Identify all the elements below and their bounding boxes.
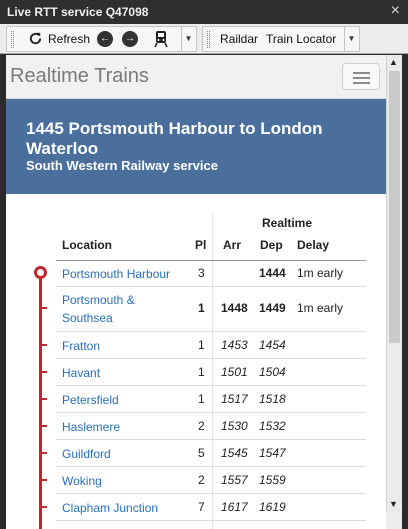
location-link[interactable]: Woking	[62, 472, 102, 490]
departure-cell: 1504	[259, 365, 286, 379]
train-icon[interactable]	[154, 30, 168, 48]
stop-tick	[42, 371, 47, 373]
links-dropdown-icon[interactable]: ▼	[344, 27, 358, 51]
departure-cell: 1454	[259, 338, 286, 352]
stop-tick	[42, 425, 47, 427]
arrival-cell: 1557	[221, 473, 248, 487]
scrollbar-thumb[interactable]	[389, 71, 400, 343]
location-link[interactable]: Guildford	[62, 445, 111, 463]
table-row: Woking 2 1557 1559	[56, 467, 366, 494]
arrival-cell: 1617	[221, 500, 248, 514]
delay-cell: 1m early	[297, 301, 344, 315]
toolbar-grip[interactable]	[11, 31, 14, 48]
origin-station-marker	[34, 266, 47, 279]
refresh-button[interactable]: Refresh	[48, 31, 90, 48]
site-brand[interactable]: Realtime Trains	[10, 65, 149, 88]
location-column-header: Location	[62, 238, 112, 252]
train-locator-link[interactable]: Train Locator	[266, 31, 336, 48]
toolbar: Refresh ← → ▼ Raildar Train Locator ▼	[0, 24, 408, 54]
platform-cell: 1	[198, 338, 205, 352]
table-row: Guildford 5 1545 1547	[56, 440, 366, 467]
location-link[interactable]: Havant	[62, 364, 100, 382]
hamburger-menu-icon[interactable]	[342, 63, 380, 90]
scroll-down-icon[interactable]: ▼	[389, 499, 398, 509]
platform-cell: 1	[198, 301, 205, 315]
arrival-cell: 1501	[221, 365, 248, 379]
delay-cell: 1m early	[297, 266, 344, 280]
close-icon[interactable]: ×	[391, 2, 400, 20]
stop-tick	[42, 344, 47, 346]
platform-cell: 2	[198, 419, 205, 433]
stop-tick	[42, 452, 47, 454]
toolbar-grip[interactable]	[207, 31, 210, 48]
location-link[interactable]: Fratton	[62, 337, 100, 355]
stop-tick	[42, 398, 47, 400]
location-link[interactable]: Haslemere	[62, 418, 120, 436]
table-row: Petersfield 1 1517 1518	[56, 386, 366, 413]
scroll-up-icon[interactable]: ▲	[389, 57, 398, 67]
table-row: Clapham Junction 7 1617 1619	[56, 494, 366, 521]
window-titlebar: Live RTT service Q47098 ×	[0, 0, 408, 24]
delay-column-header: Delay	[297, 238, 330, 252]
route-line	[39, 271, 42, 529]
platform-cell: 3	[198, 266, 205, 280]
departure-cell: 1449	[259, 301, 286, 315]
stop-tick	[42, 479, 47, 481]
train-dropdown-icon[interactable]: ▼	[181, 27, 195, 51]
departure-cell: 1619	[259, 500, 286, 514]
platform-cell: 5	[198, 446, 205, 460]
raildar-link[interactable]: Raildar	[220, 31, 258, 48]
platform-cell: 7	[198, 500, 205, 514]
arrival-cell: 1453	[221, 338, 248, 352]
location-link[interactable]: Portsmouth & Southsea	[62, 291, 157, 327]
site-navbar: Realtime Trains	[6, 55, 386, 99]
location-link[interactable]: Clapham Junction	[62, 499, 158, 517]
refresh-icon[interactable]	[28, 31, 43, 46]
navigation-toolbar-group: Refresh ← → ▼	[6, 26, 197, 52]
stop-tick	[42, 506, 47, 508]
table-row: Portsmouth & Southsea 1 1448 1449 1m ear…	[56, 287, 366, 332]
platform-column-header: Pl	[195, 238, 207, 252]
realtime-group-header: Realtime	[262, 216, 313, 230]
window-title: Live RTT service Q47098	[7, 5, 149, 19]
location-link[interactable]: Petersfield	[62, 391, 119, 409]
service-title: 1445 Portsmouth Harbour to London Waterl…	[26, 119, 323, 158]
platform-cell: 1	[198, 365, 205, 379]
table-row: Havant 1 1501 1504	[56, 359, 366, 386]
web-content: Realtime Trains 1445 Portsmouth Harbour …	[6, 55, 386, 529]
departure-cell: 1444	[259, 266, 286, 280]
platform-cell: 1	[198, 392, 205, 406]
back-arrow-icon[interactable]: ←	[97, 31, 113, 47]
platform-cell: 2	[198, 473, 205, 487]
arrival-cell: 1545	[221, 446, 248, 460]
departure-column-header: Dep	[260, 238, 283, 252]
arrival-column-header: Arr	[223, 238, 242, 252]
departure-cell: 1518	[259, 392, 286, 406]
service-header: 1445 Portsmouth Harbour to London Waterl…	[6, 99, 386, 194]
window-edge	[402, 55, 408, 529]
arrival-cell: 1448	[221, 301, 248, 315]
arrival-cell: 1530	[221, 419, 248, 433]
forward-arrow-icon[interactable]: →	[122, 31, 138, 47]
departure-cell: 1547	[259, 446, 286, 460]
location-link[interactable]: Portsmouth Harbour	[62, 265, 170, 283]
table-row: Haslemere 2 1530 1532	[56, 413, 366, 440]
departure-cell: 1559	[259, 473, 286, 487]
departure-cell: 1532	[259, 419, 286, 433]
vertical-scrollbar[interactable]: ▲ ▼	[386, 55, 402, 511]
service-operator: South Western Railway service	[26, 158, 218, 173]
table-row: Fratton 1 1453 1454	[56, 332, 366, 359]
arrival-cell: 1517	[221, 392, 248, 406]
links-toolbar-group: Raildar Train Locator ▼	[202, 26, 360, 52]
stop-tick	[42, 307, 47, 309]
table-row: Portsmouth Harbour 3 1444 1m early	[56, 260, 366, 287]
